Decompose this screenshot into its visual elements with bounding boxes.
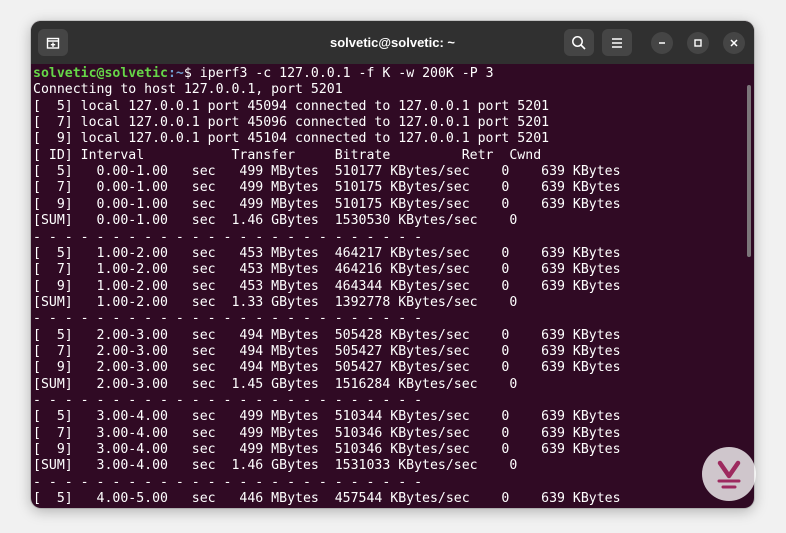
prompt-path: :~ [167,66,184,81]
command-text: iperf3 -c 127.0.0.1 -f K -w 200K -P 3 [199,66,494,81]
close-button[interactable] [723,32,745,54]
prompt-line: solvetic@solvetic:~$ iperf3 -c 127.0.0.1… [33,66,494,82]
separator-line: - - - - - - - - - - - - - - - - - - - - … [33,229,423,245]
logo-watermark [702,447,756,501]
prompt-user: solvetic@solvetic [33,66,168,81]
output-line: [ 7] 0.00-1.00 sec 499 MBytes 510175 KBy… [33,180,621,196]
minimize-icon [659,42,665,44]
maximize-button[interactable] [687,32,709,54]
output-line: Connecting to host 127.0.0.1, port 5201 [33,82,343,98]
output-line: [ ID] Interval Transfer Bitrate Retr Cwn… [33,147,542,163]
separator-line: - - - - - - - - - - - - - - - - - - - - … [33,393,423,408]
output-line: [ 7] 2.00-3.00 sec 494 MBytes 505427 KBy… [33,343,621,359]
output-line: [ 9] 2.00-3.00 sec 494 MBytes 505427 KBy… [33,360,621,376]
output-line: [ 9] local 127.0.0.1 port 45104 connecte… [33,131,550,147]
output-line: [ 7] 1.00-2.00 sec 453 MBytes 464216 KBy… [33,262,621,278]
output-line: [ 5] local 127.0.0.1 port 45094 connecte… [33,98,550,114]
search-icon [572,35,586,50]
menu-button[interactable] [602,29,632,56]
output-line: [ 7] local 127.0.0.1 port 45096 connecte… [33,115,550,131]
output-line: [ 5] 1.00-2.00 sec 453 MBytes 464217 KBy… [33,245,621,261]
separator-line: - - - - - - - - - - - - - - - - - - - - … [33,474,423,490]
output-line: [ 5] 3.00-4.00 sec 499 MBytes 510344 KBy… [33,409,621,425]
window-title: solvetic@solvetic: ~ [329,35,456,50]
prompt-symbol: $ [183,66,200,81]
output-line: [ 5] 4.00-5.00 sec 446 MBytes 457544 KBy… [33,491,621,507]
output-line: [ 5] 2.00-3.00 sec 494 MBytes 505428 KBy… [33,327,621,343]
scrollbar[interactable] [747,85,751,257]
menu-icon [612,37,622,48]
terminal-output[interactable]: solvetic@solvetic:~$ iperf3 -c 127.0.0.1… [31,64,744,508]
output-line: [SUM] 2.00-3.00 sec 1.45 GBytes 1516284 … [33,376,518,392]
output-line: [ 5] 0.00-1.00 sec 499 MBytes 510177 KBy… [33,164,621,180]
maximize-icon [694,39,702,47]
output-line: [ 7] 3.00-4.00 sec 499 MBytes 510346 KBy… [33,425,621,441]
minimize-button[interactable] [651,32,673,54]
output-line: [ 9] 3.00-4.00 sec 499 MBytes 510346 KBy… [33,442,621,458]
search-button[interactable] [564,29,594,56]
output-line: [SUM] 3.00-4.00 sec 1.46 GBytes 1531033 … [33,458,518,474]
separator-line: - - - - - - - - - - - - - - - - - - - - … [33,311,423,327]
output-line: [ 9] 0.00-1.00 sec 499 MBytes 510175 KBy… [33,196,621,212]
output-line: [ 9] 1.00-2.00 sec 453 MBytes 464344 KBy… [33,278,621,294]
close-icon [730,39,738,47]
terminal-window: solvetic@solvetic: ~ solvetic@solvetic:~… [31,21,754,508]
title-bar[interactable]: solvetic@solvetic: ~ [31,21,754,64]
output-line: [SUM] 1.00-2.00 sec 1.33 GBytes 1392778 … [33,294,518,310]
output-line: [SUM] 0.00-1.00 sec 1.46 GBytes 1530530 … [33,213,518,229]
